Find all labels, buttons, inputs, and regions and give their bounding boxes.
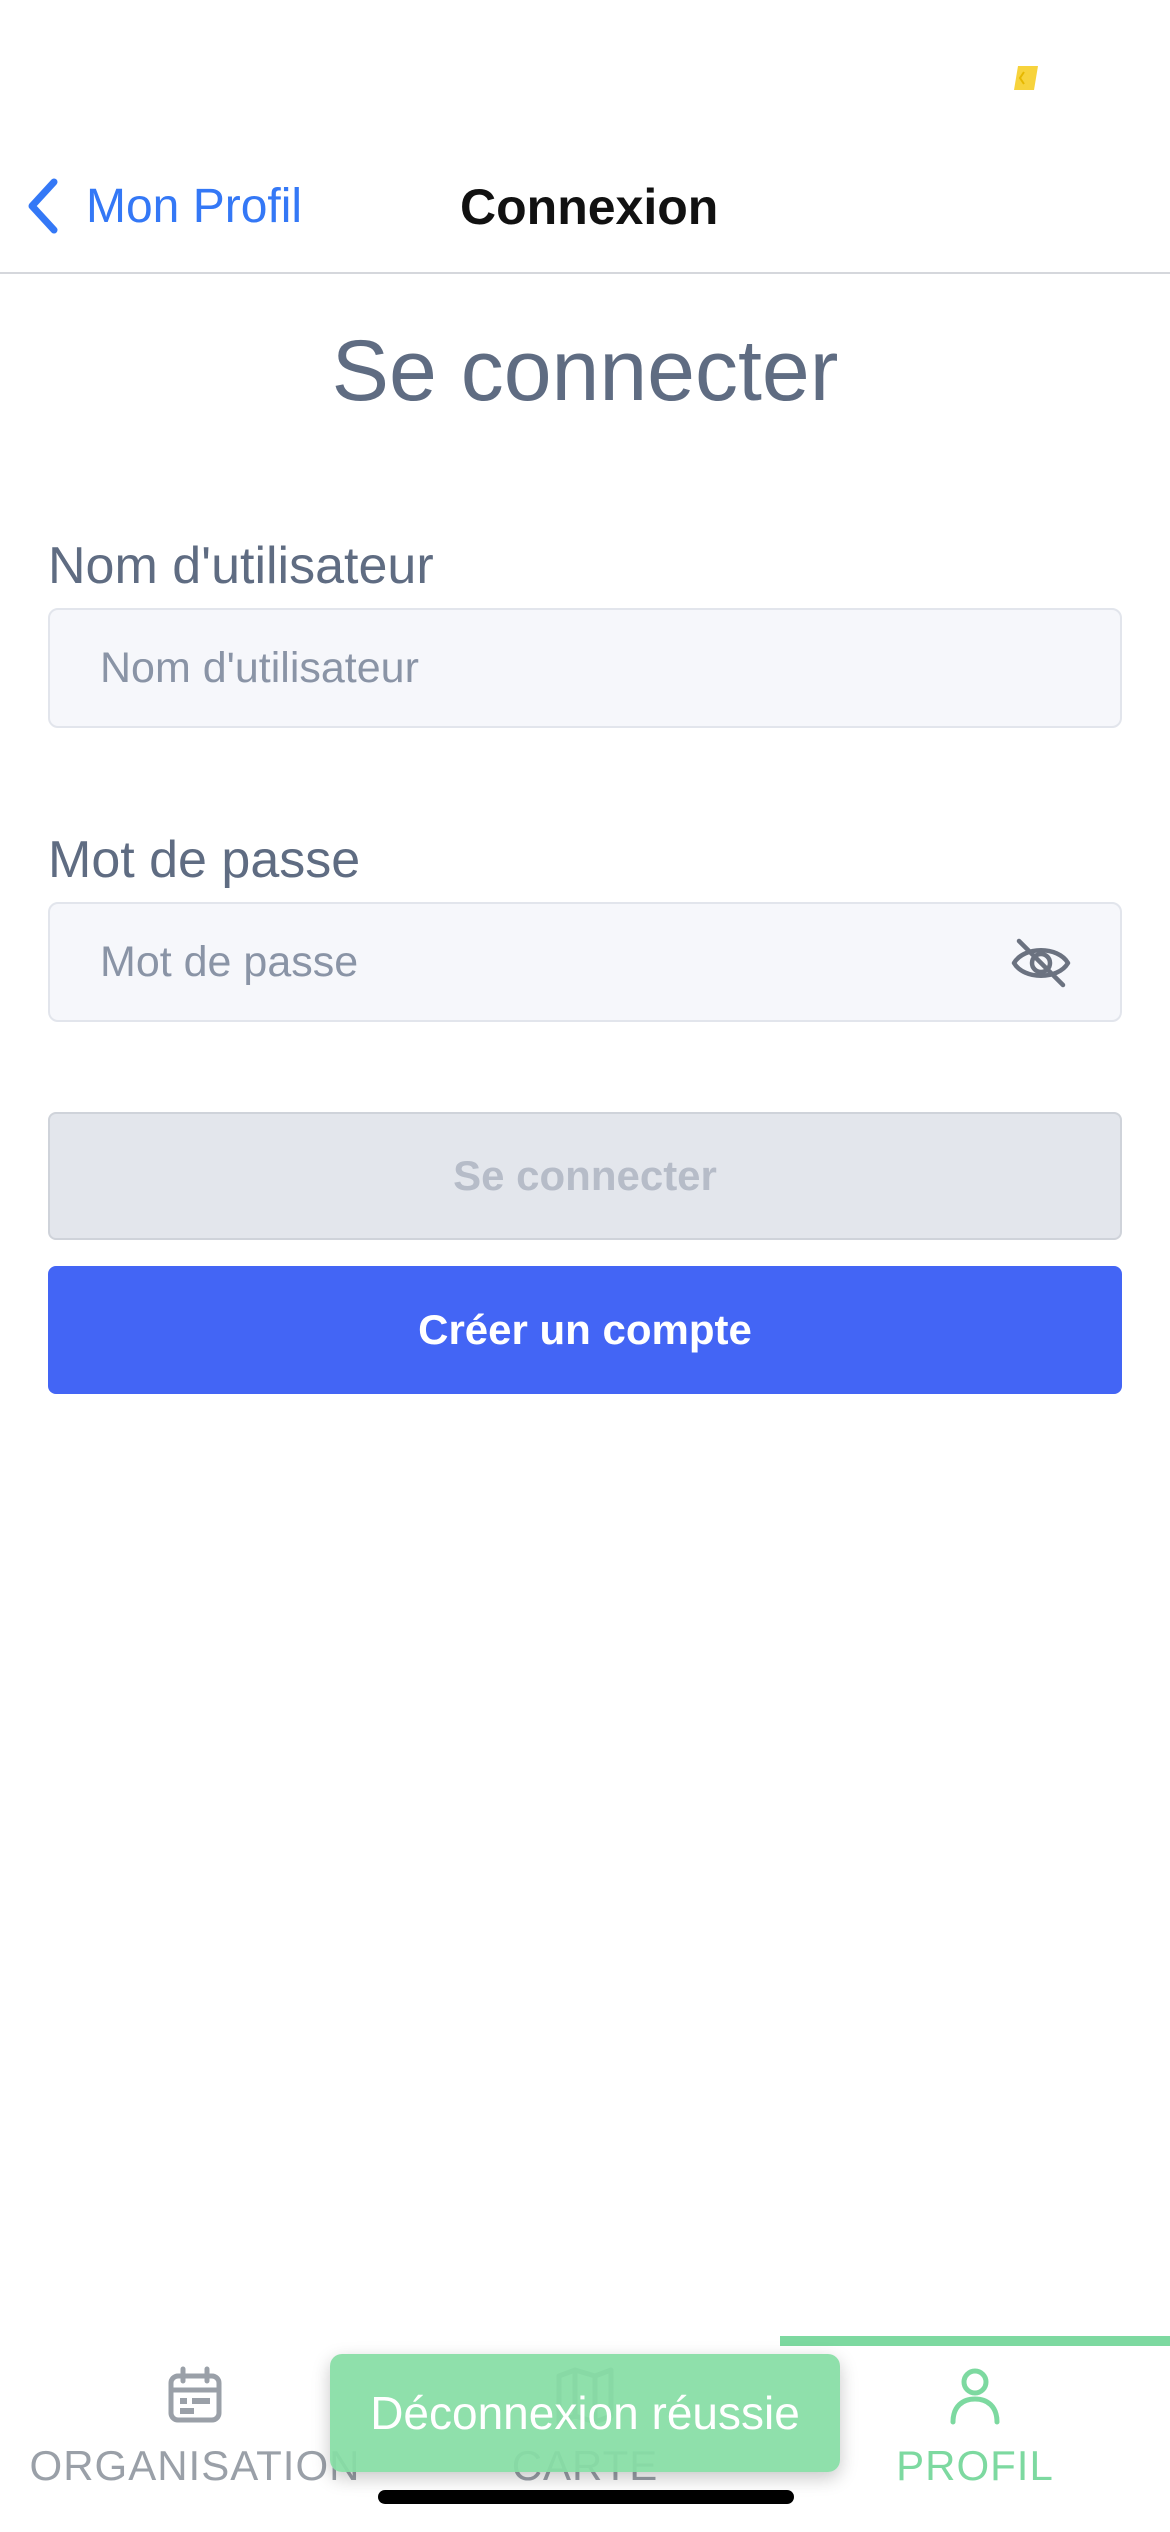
- tab-label-profil: PROFIL: [896, 2442, 1054, 2489]
- status-bar: [0, 0, 1170, 140]
- home-indicator: [378, 2490, 794, 2504]
- username-input[interactable]: [50, 610, 1120, 726]
- eye-off-icon[interactable]: [1010, 932, 1072, 994]
- password-field: [48, 902, 1122, 1022]
- login-button[interactable]: Se connecter: [48, 1112, 1122, 1240]
- tab-label-organisation: ORGANISATION: [29, 2442, 361, 2489]
- page-title: Se connecter: [331, 323, 839, 419]
- username-field: [48, 608, 1122, 728]
- toast-message: Déconnexion réussie: [370, 2387, 800, 2439]
- active-tab-indicator: [780, 2336, 1170, 2346]
- password-input[interactable]: [50, 904, 1120, 1020]
- back-label: Mon Profil: [86, 179, 303, 233]
- chevron-left-icon: [28, 178, 58, 234]
- create-account-button[interactable]: Créer un compte: [48, 1266, 1122, 1394]
- password-label: Mot de passe: [48, 831, 361, 889]
- calendar-icon: [168, 2366, 222, 2423]
- person-icon: [950, 2368, 1000, 2425]
- navigation-header: Mon Profil Connexion: [0, 140, 1170, 274]
- status-indicator-icon: [1014, 66, 1038, 90]
- back-button[interactable]: Mon Profil: [22, 176, 302, 236]
- username-label: Nom d'utilisateur: [48, 537, 434, 595]
- nav-title: Connexion: [460, 179, 719, 235]
- toast-notification: Déconnexion réussie: [330, 2354, 840, 2472]
